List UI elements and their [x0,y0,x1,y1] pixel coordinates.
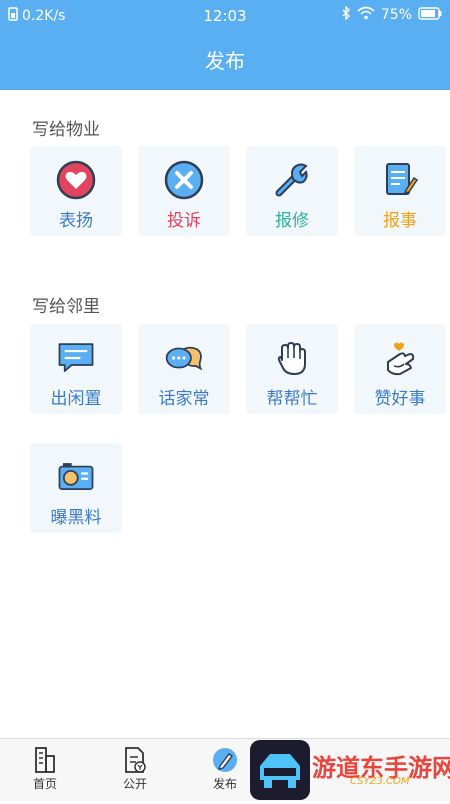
tile-good-deed[interactable]: 赞好事 [354,324,446,414]
tile-label: 投诉 [167,211,201,231]
notepad-icon [380,160,420,200]
tile-label: 话家常 [158,389,210,409]
chat-bubble-icon [56,338,96,378]
wrench-icon [272,160,312,200]
camera-icon [56,457,96,497]
tile-praise[interactable]: 表扬 [30,146,122,236]
wifi-icon [357,6,375,24]
section-title-property: 写给物业 [32,120,100,140]
raised-hand-icon [272,338,312,378]
tile-label: 帮帮忙 [266,389,318,409]
tile-secondhand[interactable]: 出闲置 [30,324,122,414]
watermark-logo [250,740,310,800]
tile-help[interactable]: 帮帮忙 [246,324,338,414]
heart-icon [56,160,96,200]
tile-repair[interactable]: 报修 [246,146,338,236]
close-circle-icon [164,160,204,200]
tab-home[interactable]: 首页 [10,745,80,792]
status-bar: 0.2K/s 12:03 75% [0,0,450,32]
battery-level: 75% [380,7,412,23]
watermark: 游道东手游网 CSYZ3.COM [250,740,450,800]
tile-report[interactable]: 报事 [354,146,446,236]
bluetooth-icon [341,5,351,24]
tile-label: 出闲置 [50,389,102,409]
tile-expose[interactable]: 曝黑料 [30,443,122,533]
tab-label: 公开 [122,777,147,791]
tile-complaint[interactable]: 投诉 [138,146,230,236]
document-icon [100,745,170,775]
heart-hand-icon [380,338,420,378]
battery-icon [418,6,442,24]
app-bar: 发布 [0,32,450,90]
watermark-url: CSYZ3.COM [350,776,410,787]
tile-label: 报事 [383,211,417,231]
building-icon [10,745,80,775]
tile-chat[interactable]: 话家常 [138,324,230,414]
tab-label: 首页 [32,777,57,791]
page-title: 发布 [205,49,245,73]
tile-label: 曝黑料 [50,508,102,528]
tile-label: 表扬 [59,211,93,231]
tile-label: 报修 [275,211,309,231]
tile-label: 赞好事 [374,389,426,409]
section-title-neighbors: 写给邻里 [32,297,100,317]
status-right: 75% [341,5,442,24]
chat-bubbles-icon [164,338,204,378]
tab-public[interactable]: 公开 [100,745,170,792]
